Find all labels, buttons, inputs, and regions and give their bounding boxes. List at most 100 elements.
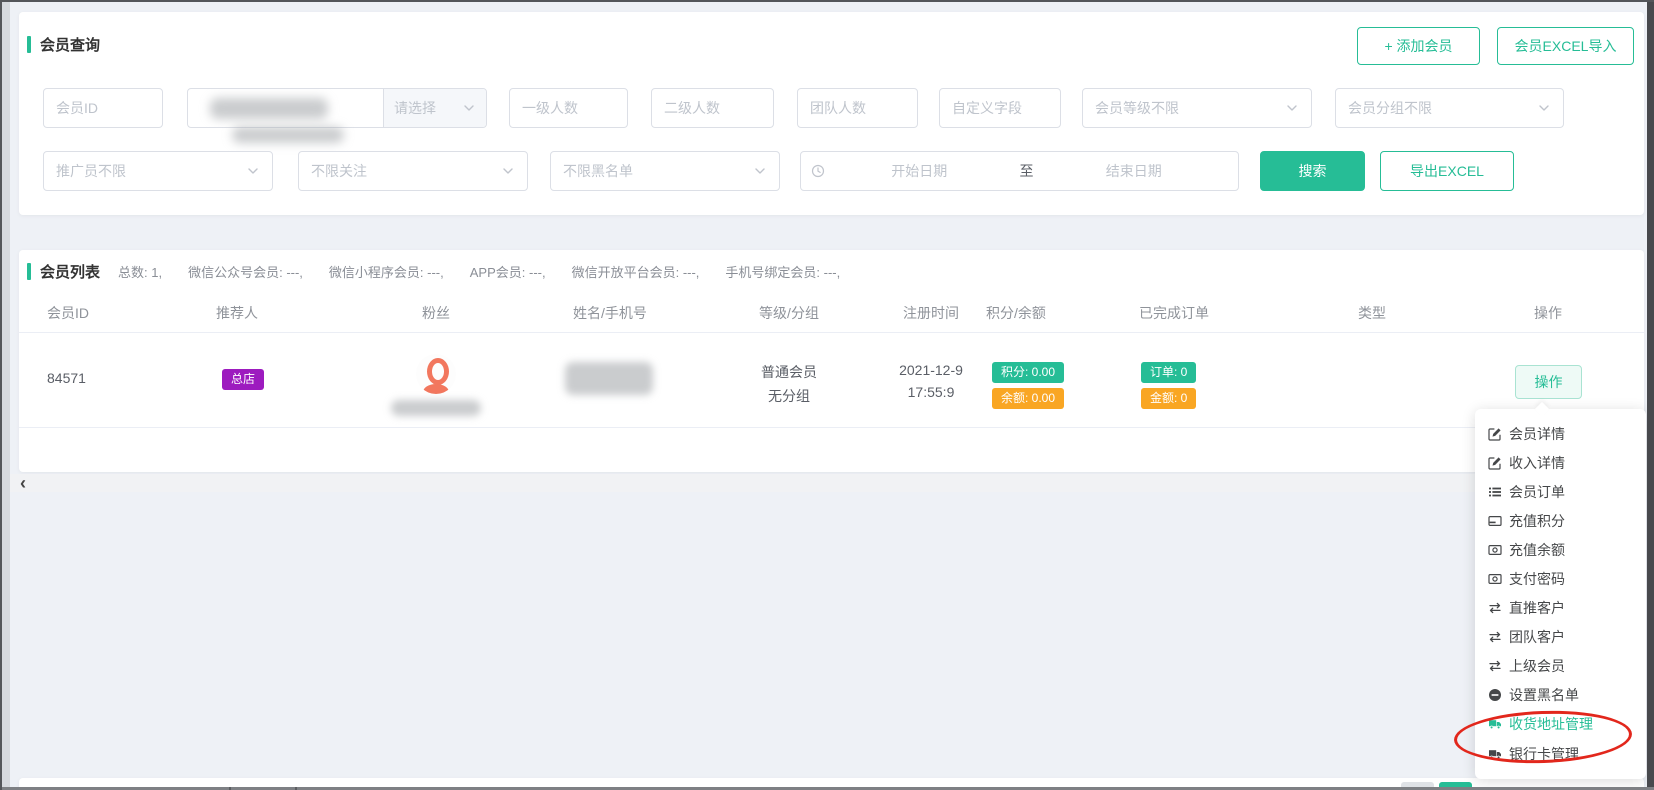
exchange-icon	[1488, 659, 1502, 673]
avatar-head	[427, 358, 449, 385]
menu-item-label: 充值余额	[1509, 540, 1565, 560]
scroll-left-icon[interactable]: ‹	[20, 475, 26, 491]
menu-item-label: 收入详情	[1509, 453, 1565, 473]
menu-item-bank-cards[interactable]: 银行卡管理	[1475, 739, 1646, 768]
menu-item-label: 支付密码	[1509, 569, 1565, 589]
cell-referrer: 总店	[222, 369, 264, 390]
menu-item-label: 直推客户	[1509, 598, 1565, 618]
member-grade-select-value: 会员等级不限	[1095, 98, 1179, 118]
col-register-time: 注册时间	[903, 303, 959, 323]
col-completed-orders: 已完成订单	[1139, 303, 1209, 323]
col-points-balance: 积分/余额	[986, 303, 1046, 323]
menu-item-payment-password[interactable]: 支付密码	[1475, 564, 1646, 593]
member-group-select[interactable]: 会员分组不限	[1335, 88, 1564, 128]
blacklist-select[interactable]: 不限黑名单	[550, 151, 780, 191]
cell-register-date: 2021-12-9	[899, 362, 963, 378]
level2-count-input[interactable]: 二级人数	[651, 88, 774, 128]
page: 会员查询 + 添加会员 会员EXCEL导入 会员ID 请选择 一级人数 二级人数…	[0, 0, 1654, 790]
keyword-select-placeholder: 请选择	[394, 98, 436, 118]
ban-icon	[1488, 688, 1502, 702]
horizontal-scroll-strip[interactable]: ‹ ›	[10, 474, 1649, 492]
member-list-panel: 会员列表 总数: 1, 微信公众号会员: ---, 微信小程序会员: ---, …	[19, 250, 1644, 472]
keyword-input[interactable]	[188, 89, 383, 127]
add-member-button[interactable]: + 添加会员	[1357, 27, 1480, 65]
cell-orders: 订单: 0	[1141, 362, 1196, 383]
member-query-panel: 会员查询 + 添加会员 会员EXCEL导入 会员ID 请选择 一级人数 二级人数…	[19, 12, 1644, 215]
points-badge: 积分: 0.00	[992, 362, 1064, 383]
col-referrer: 推荐人	[216, 303, 258, 323]
menu-item-member-orders[interactable]: 会员订单	[1475, 477, 1646, 506]
col-action: 操作	[1534, 303, 1562, 323]
level1-count-input[interactable]: 一级人数	[509, 88, 628, 128]
menu-item-label: 上级会员	[1509, 656, 1565, 676]
cell-member-id: 84571	[47, 370, 86, 386]
export-excel-button[interactable]: 导出EXCEL	[1380, 151, 1514, 191]
menu-item-recharge-balance[interactable]: 充值余额	[1475, 535, 1646, 564]
cell-group: 无分组	[768, 386, 810, 406]
cell-grade: 普通会员	[761, 362, 817, 382]
level1-count-placeholder: 一级人数	[522, 98, 578, 118]
section-accent-bar	[27, 263, 31, 280]
menu-item-label: 充值积分	[1509, 511, 1565, 531]
amount-badge: 金额: 0	[1141, 388, 1196, 409]
exchange-icon	[1488, 601, 1502, 615]
col-name-phone: 姓名/手机号	[573, 303, 647, 323]
team-count-input[interactable]: 团队人数	[797, 88, 918, 128]
avatar-body	[423, 384, 449, 394]
menu-item-member-detail[interactable]: 会员详情	[1475, 419, 1646, 448]
stat-phone-bound: 手机号绑定会员: ---,	[725, 262, 840, 281]
custom-field-input[interactable]: 自定义字段	[939, 88, 1061, 128]
date-start-placeholder: 开始日期	[825, 161, 1014, 181]
table-header-divider	[19, 332, 1644, 333]
redacted-fan-name	[391, 400, 481, 416]
follow-select[interactable]: 不限关注	[298, 151, 528, 191]
referrer-badge: 总店	[222, 369, 264, 390]
menu-item-label: 会员详情	[1509, 424, 1565, 444]
money-icon	[1488, 543, 1502, 557]
member-id-input[interactable]: 会员ID	[43, 88, 163, 128]
redacted-keyword-overflow	[232, 127, 344, 143]
chevron-down-icon	[1285, 101, 1299, 115]
menu-item-label: 会员订单	[1509, 482, 1565, 502]
date-separator: 至	[1014, 161, 1040, 181]
member-group-select-value: 会员分组不限	[1348, 98, 1432, 118]
menu-item-label: 设置黑名单	[1509, 685, 1579, 705]
menu-item-team-customers[interactable]: 团队客户	[1475, 623, 1646, 652]
menu-item-upline-member[interactable]: 上级会员	[1475, 652, 1646, 681]
cell-register-time: 17:55:9	[908, 384, 955, 400]
menu-item-recharge-points[interactable]: 充值积分	[1475, 506, 1646, 535]
menu-item-income-detail[interactable]: 收入详情	[1475, 448, 1646, 477]
row-action-button[interactable]: 操作	[1515, 365, 1582, 399]
col-fans: 粉丝	[422, 303, 450, 323]
menu-item-set-blacklist[interactable]: 设置黑名单	[1475, 681, 1646, 710]
excel-import-button[interactable]: 会员EXCEL导入	[1497, 27, 1634, 65]
chevron-down-icon	[501, 164, 515, 178]
col-type: 类型	[1358, 303, 1386, 323]
balance-badge: 余额: 0.00	[992, 388, 1064, 409]
keyword-composite-input[interactable]: 请选择	[187, 88, 487, 128]
chevron-down-icon	[246, 164, 260, 178]
col-grade-group: 等级/分组	[759, 303, 819, 323]
date-range-input[interactable]: 开始日期 至 结束日期	[800, 151, 1239, 191]
card-icon	[1488, 514, 1502, 528]
vertical-scrollbar[interactable]	[1647, 2, 1654, 790]
stat-wechat-open: 微信开放平台会员: ---,	[572, 262, 700, 281]
promoter-select-value: 推广员不限	[56, 161, 126, 181]
keyword-type-select[interactable]: 请选择	[383, 89, 486, 127]
stat-app: APP会员: ---,	[470, 262, 546, 281]
menu-item-shipping-address[interactable]: 收货地址管理	[1475, 710, 1646, 739]
promoter-select[interactable]: 推广员不限	[43, 151, 273, 191]
team-count-placeholder: 团队人数	[810, 98, 866, 118]
member-grade-select[interactable]: 会员等级不限	[1082, 88, 1312, 128]
truck-icon	[1488, 717, 1502, 731]
clock-icon	[811, 164, 825, 178]
search-button[interactable]: 搜索	[1260, 151, 1365, 191]
menu-item-direct-customers[interactable]: 直推客户	[1475, 594, 1646, 623]
list-icon	[1488, 485, 1502, 499]
col-member-id: 会员ID	[47, 303, 89, 323]
redacted-name-phone	[565, 362, 653, 395]
section-accent-bar	[27, 36, 31, 53]
stat-wechat-official: 微信公众号会员: ---,	[188, 262, 303, 281]
menu-item-label: 银行卡管理	[1509, 744, 1579, 764]
chevron-down-icon	[753, 164, 767, 178]
